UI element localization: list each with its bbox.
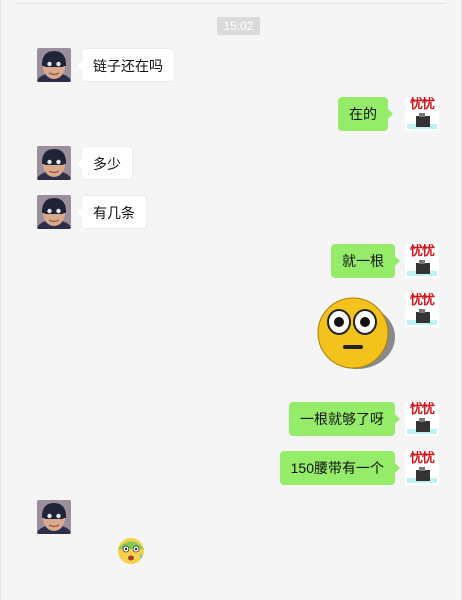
message-bubble[interactable]: 有几条 (76, 195, 147, 229)
avatar-text: 忧忧 (409, 97, 435, 111)
youyou-text-avatar[interactable]: 忧忧 (405, 293, 439, 327)
rolling-eyes-emoji-sticker[interactable] (313, 293, 397, 373)
youyou-text-avatar[interactable]: 忧忧 (405, 451, 439, 485)
sweat-face-emoji[interactable] (115, 534, 147, 566)
masked-hero-avatar[interactable] (37, 500, 71, 534)
message-bubble[interactable]: 一根就够了呀 (289, 402, 400, 436)
masked-hero-avatar[interactable] (37, 146, 71, 180)
message-bubble[interactable]: 150腰带有一个 (279, 451, 401, 485)
message-bubble[interactable]: 就一根 (331, 244, 400, 278)
message-bubble[interactable]: 多少 (76, 146, 133, 180)
avatar-text: 忧忧 (409, 402, 435, 416)
youyou-text-avatar[interactable]: 忧忧 (405, 97, 439, 131)
masked-hero-avatar[interactable] (37, 195, 71, 229)
divider (16, 3, 446, 4)
masked-hero-avatar[interactable] (37, 48, 71, 82)
message-timestamp: 15:02 (217, 17, 260, 35)
chat-panel: 15:02 链子还在吗 在的 忧忧 多少 有几条 就一根 忧忧 忧忧 一根就够了… (0, 0, 462, 600)
avatar-text: 忧忧 (409, 451, 435, 465)
avatar-text: 忧忧 (409, 244, 435, 258)
avatar-text: 忧忧 (409, 293, 435, 307)
message-bubble[interactable]: 在的 (338, 97, 393, 131)
youyou-text-avatar[interactable]: 忧忧 (405, 402, 439, 436)
message-bubble[interactable]: 链子还在吗 (76, 48, 175, 82)
youyou-text-avatar[interactable]: 忧忧 (405, 244, 439, 278)
